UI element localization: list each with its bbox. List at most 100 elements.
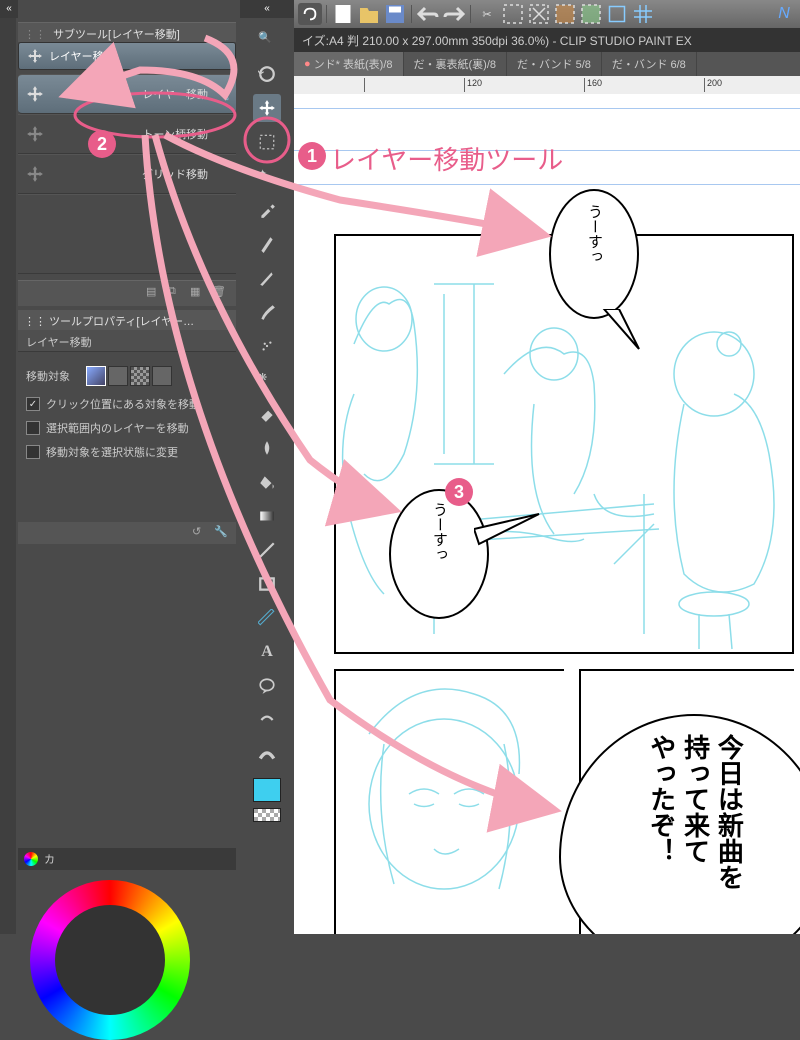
property-header-label: ツールプロパティ[レイヤー… [49,316,194,328]
target-option-3[interactable] [130,366,150,386]
open-icon[interactable] [357,3,381,25]
tool-pencil[interactable] [253,264,281,292]
move-icon [26,165,44,183]
menu-icon[interactable]: ▤ [146,285,164,303]
drag-handle-icon: ⋮⋮ [24,29,46,41]
tool-correct[interactable] [253,706,281,734]
check-selection-layers[interactable]: 選択範囲内のレイヤーを移動 [26,420,228,436]
checkbox-icon [26,421,40,435]
balloon-tail [474,509,544,559]
doc-tab[interactable]: だ・バンド 6/8 [602,52,697,76]
check-select-state[interactable]: 移動対象を選択状態に変更 [26,444,228,460]
invert-sel-icon[interactable] [553,3,577,25]
target-option-2[interactable] [108,366,128,386]
save-icon[interactable] [383,3,407,25]
target-option-4[interactable] [152,366,172,386]
ruler-tick [364,78,367,92]
left-dock-strip [0,18,16,934]
transparent-color-chip[interactable] [253,808,281,822]
subtool-item-layer-move[interactable]: レイヤー移動 🔧 [18,74,236,114]
color-wheel-icon [24,852,38,866]
reset-icon[interactable]: ↺ [192,525,208,541]
tool-hand[interactable] [253,60,281,88]
subtool-item-grid-move[interactable]: グリッド移動 [18,154,236,194]
tool-deco[interactable]: ❋ [253,366,281,394]
move-target-row: 移動対象 [26,366,228,386]
tool-airbrush[interactable] [253,332,281,360]
subtool-empty-area [18,194,236,274]
tool-shape[interactable] [253,536,281,564]
subtool-list: レイヤー移動 🔧 トーン柄移動 グリッド移動 [18,74,236,274]
foreground-color-chip[interactable] [253,778,281,802]
tool-gradient[interactable] [253,502,281,530]
color-wheel[interactable] [30,880,190,1040]
wrench-icon[interactable]: 🔧 [214,525,230,541]
canvas[interactable]: うーすっ うーすっ 今日は新曲を持って来てやったぞ！ [294,94,800,934]
tool-wand[interactable]: ✦ [253,162,281,190]
tool-eyedropper[interactable] [253,196,281,224]
check-click-target[interactable]: ✓ クリック位置にある対象を移動 [26,396,228,412]
color-panel-label: カ [44,851,55,867]
collapse-toolstrip-icon[interactable]: « [240,0,294,18]
tool-line-width[interactable] [253,740,281,768]
color-panel-header[interactable]: カ [18,848,236,870]
tool-property-header[interactable]: ⋮⋮ ツールプロパティ[レイヤー… [18,310,236,330]
tool-lasso[interactable] [253,128,281,156]
balloon-text: 今日は新曲を持って来てやったぞ！ [644,734,745,890]
tool-blend[interactable] [253,434,281,462]
trash-icon[interactable]: 🗑 [212,285,230,303]
ruler-tick: 200 [704,78,722,92]
cut-icon[interactable]: ✂ [475,3,499,25]
subtool-panel-header[interactable]: ⋮⋮ サブツール[レイヤー移動] [18,22,236,42]
subtool-item-tone-move[interactable]: トーン柄移動 [18,114,236,154]
tool-ruler[interactable] [253,604,281,632]
subtool-tab-layer-move[interactable]: レイヤー移動 [18,42,236,70]
document-title-bar: イズ:A4 判 210.00 x 297.00mm 350dpi 36.0%) … [294,28,800,52]
target-option-group[interactable] [86,366,172,386]
clip-studio-icon[interactable] [298,3,322,25]
tool-brush[interactable] [253,298,281,326]
doc-tab[interactable]: だ・バンド 5/8 [507,52,602,76]
add-icon[interactable]: ▦ [190,285,208,303]
move-icon [26,85,44,103]
select-all-icon[interactable] [501,3,525,25]
navigator-icon[interactable]: N [772,3,796,25]
balloon-tail [594,309,644,359]
doc-tab[interactable]: だ・裏表紙(裏)/8 [404,52,508,76]
wrench-icon[interactable]: 🔧 [216,88,230,101]
tool-fill[interactable] [253,468,281,496]
tool-move-layer[interactable] [253,94,281,122]
tool-text[interactable]: A [253,638,281,666]
canvas-area: ✂ N イズ:A4 判 210.00 x 297.00mm 350dpi 36.… [294,0,800,934]
ruler-tick: 120 [464,78,482,92]
target-option-1[interactable] [86,366,106,386]
subtool-toolbar: ▤ ⧉ ▦ 🗑 [18,280,236,306]
checkbox-icon: ✓ [26,397,40,411]
undo-icon[interactable] [416,3,440,25]
balloon-text: うーすっ [584,204,605,264]
redo-icon[interactable] [442,3,466,25]
snap-icon[interactable] [605,3,629,25]
subtool-item-label: レイヤー移動 [54,86,228,102]
drag-handle-icon: ⋮⋮ [24,316,46,328]
tool-magnifier[interactable]: 🔍 [253,26,281,54]
copy-icon[interactable]: ⧉ [168,285,186,303]
doc-tab[interactable]: ● ンド* 表紙(表)/8 [294,52,404,76]
tool-strip: « 🔍 ✦ ❋ A [240,0,294,934]
tool-balloon[interactable] [253,672,281,700]
tool-frame[interactable] [253,570,281,598]
tool-eraser[interactable] [253,400,281,428]
new-file-icon[interactable] [331,3,355,25]
color-wheel-inner[interactable] [55,905,165,1015]
checkbox-icon [26,445,40,459]
subtool-tab-label: レイヤー移動 [49,48,115,64]
tool-pen[interactable] [253,230,281,258]
ruler-tick: 160 [584,78,602,92]
deselect-icon[interactable] [527,3,551,25]
collapse-left-icon[interactable]: « [0,0,18,18]
left-panel-area: « ⋮⋮ サブツール[レイヤー移動] レイヤー移動 レイヤー移動 🔧 トーン柄移… [0,0,240,934]
property-body: 移動対象 ✓ クリック位置にある対象を移動 選択範囲内のレイヤーを移動 移動対象… [18,352,236,522]
show-sel-icon[interactable] [579,3,603,25]
grid-icon[interactable] [631,3,655,25]
subtool-tab-bar: レイヤー移動 [18,42,236,72]
